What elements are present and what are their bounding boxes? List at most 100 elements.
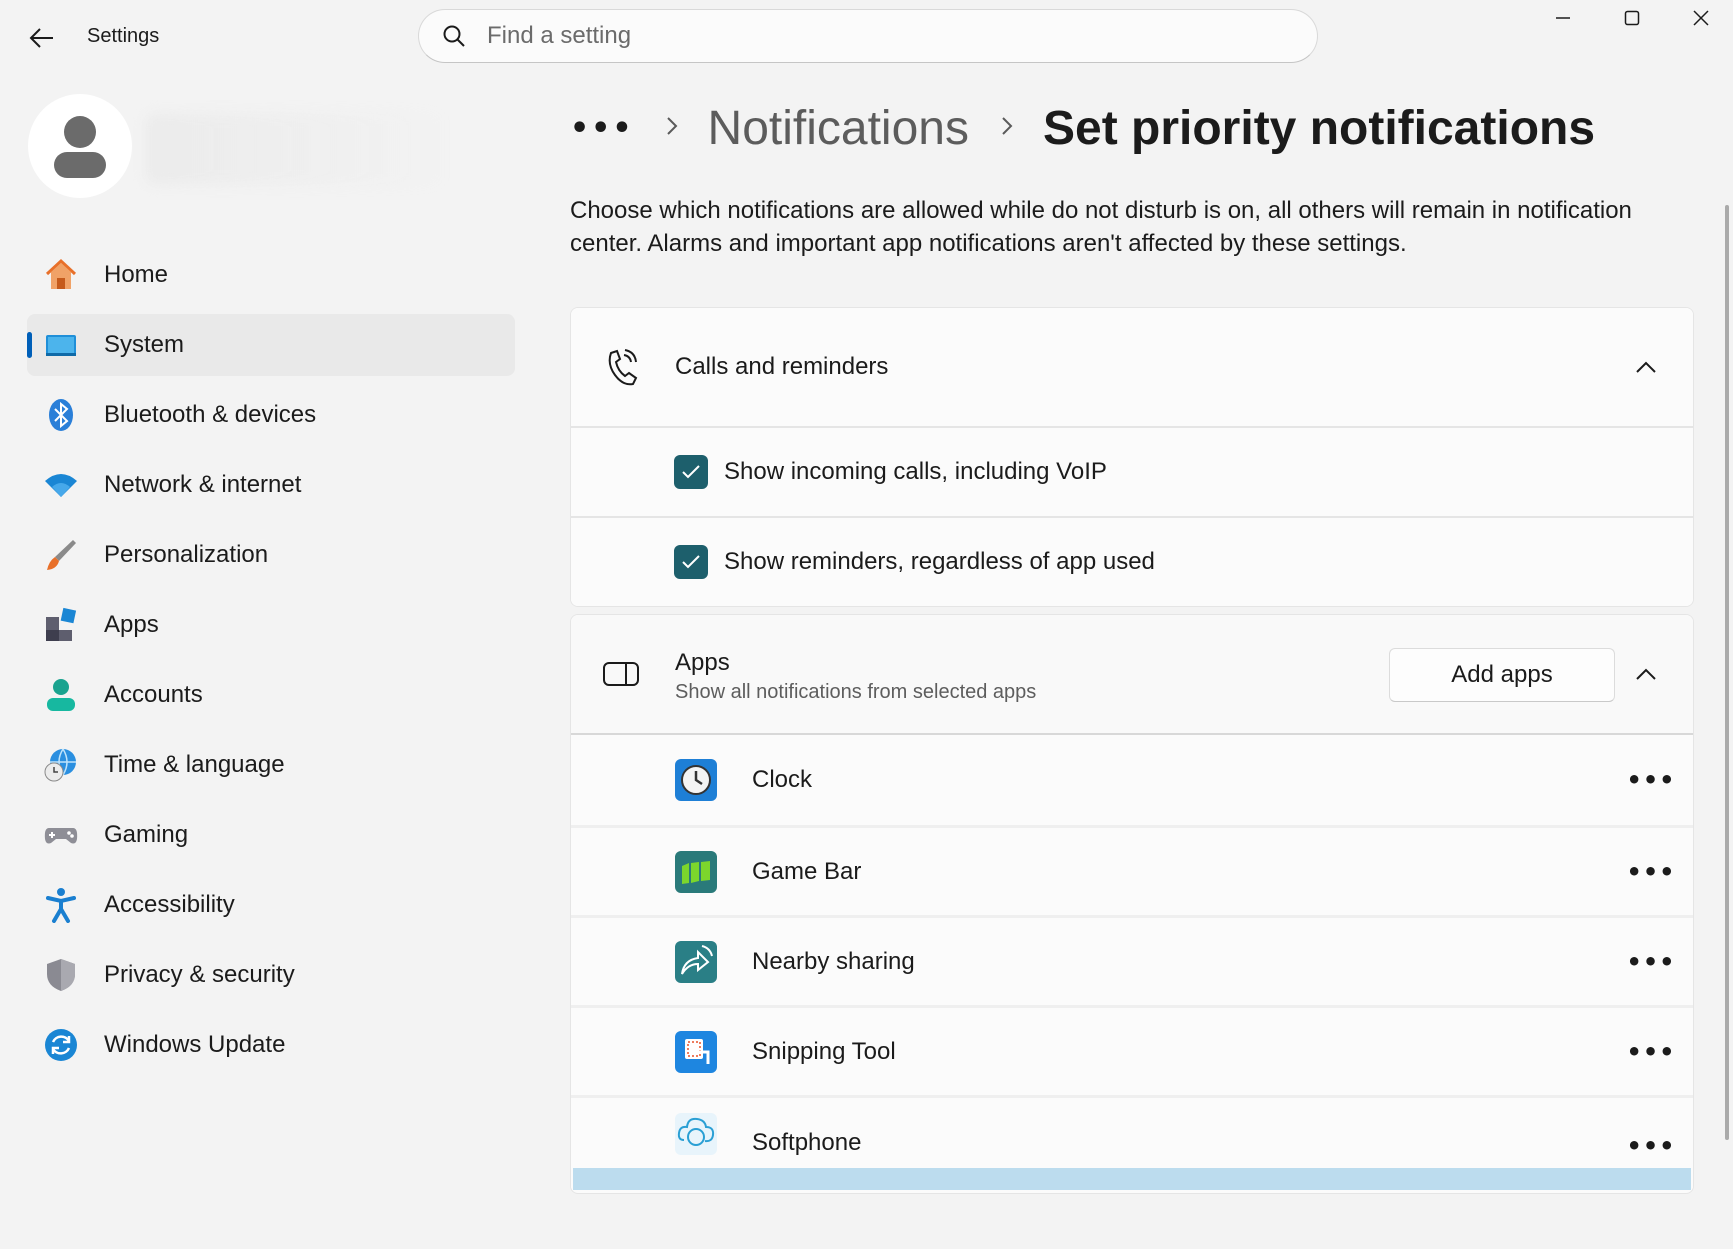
- sidebar-item-windows-update[interactable]: Windows Update: [27, 1014, 515, 1076]
- brush-icon: [43, 537, 79, 573]
- sidebar-item-apps[interactable]: Apps: [27, 594, 515, 656]
- gamepad-icon: [43, 817, 79, 853]
- sidebar-item-label: Accessibility: [104, 891, 235, 918]
- app-name: Clock: [752, 766, 813, 793]
- user-icon: [54, 116, 106, 178]
- clock-icon: [674, 758, 718, 802]
- game-bar-icon: [674, 850, 718, 894]
- minimize-button[interactable]: [1528, 0, 1597, 36]
- search-box[interactable]: [418, 9, 1318, 63]
- calls-reminders-header[interactable]: Calls and reminders: [571, 308, 1693, 426]
- sidebar-item-privacy[interactable]: Privacy & security: [27, 944, 515, 1006]
- back-button[interactable]: [22, 20, 62, 56]
- sidebar-item-accounts[interactable]: Accounts: [27, 664, 515, 726]
- update-icon: [43, 1027, 79, 1063]
- more-options-button[interactable]: •••: [1626, 1124, 1674, 1168]
- close-icon: [1692, 10, 1709, 26]
- apps-title: Apps: [675, 649, 730, 676]
- nearby-sharing-icon: [674, 940, 718, 984]
- sidebar-item-label: Accounts: [104, 681, 203, 708]
- calls-reminders-card: Calls and reminders Show incoming calls,…: [570, 307, 1694, 607]
- sidebar-item-label: Home: [104, 261, 169, 288]
- sidebar-item-label: Time & language: [104, 751, 285, 778]
- add-apps-button[interactable]: Add apps: [1389, 648, 1615, 702]
- row-highlight: [573, 1168, 1691, 1190]
- sidebar-item-accessibility[interactable]: Accessibility: [27, 874, 515, 936]
- apps-list: Clock ••• Game Bar ••• Nearby sharing ••…: [571, 735, 1693, 1190]
- apps-subtitle: Show all notifications from selected app…: [675, 681, 1037, 703]
- bluetooth-icon: [43, 397, 79, 433]
- calls-reminders-title: Calls and reminders: [675, 353, 889, 380]
- sidebar-item-label: Privacy & security: [104, 961, 295, 988]
- phone-ringing-icon: [601, 347, 641, 387]
- reminders-checkbox[interactable]: [674, 545, 708, 579]
- list-item: Game Bar •••: [571, 825, 1693, 915]
- incoming-calls-option[interactable]: Show incoming calls, including VoIP: [571, 428, 1693, 516]
- avatar[interactable]: [28, 94, 132, 198]
- app-name: Nearby sharing: [752, 947, 915, 975]
- app-title: Settings: [87, 25, 160, 47]
- sidebar-item-label: Apps: [104, 611, 159, 638]
- sidebar-item-gaming[interactable]: Gaming: [27, 804, 515, 866]
- more-options-button[interactable]: •••: [1626, 1030, 1674, 1074]
- more-options-button[interactable]: •••: [1626, 850, 1674, 894]
- incoming-calls-checkbox[interactable]: [674, 455, 708, 489]
- chevron-up-icon: [1636, 361, 1656, 373]
- page-title: Set priority notifications: [1042, 101, 1596, 155]
- system-icon: [43, 327, 79, 363]
- checkmark-icon: [682, 465, 700, 479]
- sidebar-item-bluetooth[interactable]: Bluetooth & devices: [27, 384, 515, 446]
- profile-name-redacted: [146, 114, 446, 184]
- minimize-icon: [1555, 17, 1570, 19]
- globe-clock-icon: [43, 747, 79, 783]
- sidebar-item-home[interactable]: Home: [27, 244, 515, 306]
- more-options-button[interactable]: •••: [1626, 940, 1674, 984]
- maximize-icon: [1624, 10, 1639, 26]
- sidebar-item-label: Network & internet: [104, 471, 302, 498]
- more-options-button[interactable]: •••: [1626, 758, 1674, 802]
- accounts-icon: [43, 677, 79, 713]
- list-item: Nearby sharing •••: [571, 915, 1693, 1005]
- apps-header[interactable]: Apps Show all notifications from selecte…: [571, 615, 1693, 733]
- snipping-tool-icon: [674, 1030, 718, 1074]
- sidebar-item-label: Personalization: [104, 541, 269, 568]
- list-item: Snipping Tool •••: [571, 1005, 1693, 1095]
- title-bar: Settings: [0, 0, 1733, 72]
- reminders-label: Show reminders, regardless of app used: [724, 548, 1155, 575]
- sidebar-item-label: Gaming: [104, 821, 189, 848]
- maximize-button[interactable]: [1597, 0, 1666, 36]
- search-input[interactable]: [487, 22, 1267, 50]
- checkmark-icon: [682, 555, 700, 569]
- chevron-right-icon: [664, 112, 680, 145]
- sidebar-item-system[interactable]: System: [27, 314, 515, 376]
- sidebar-item-personalization[interactable]: Personalization: [27, 524, 515, 586]
- wifi-icon: [43, 467, 79, 503]
- accessibility-icon: [43, 887, 79, 923]
- chevron-right-icon: [999, 112, 1015, 145]
- sidebar-item-network[interactable]: Network & internet: [27, 454, 515, 516]
- reminders-option[interactable]: Show reminders, regardless of app used: [571, 518, 1693, 606]
- sidebar-nav: Home System Bluetooth & devices Network …: [27, 244, 515, 1084]
- page-description: Choose which notifications are allowed w…: [570, 197, 1632, 257]
- vertical-scrollbar[interactable]: [1725, 205, 1729, 1140]
- sidebar-item-label: Bluetooth & devices: [104, 401, 317, 428]
- softphone-icon: [674, 1112, 718, 1156]
- arrow-left-icon: [29, 28, 53, 48]
- breadcrumb: ••• Notifications Set priority notificat…: [570, 88, 1595, 168]
- app-name: Snipping Tool: [752, 1037, 896, 1065]
- list-item: Softphone •••: [571, 1095, 1693, 1190]
- collapse-button[interactable]: [1629, 350, 1663, 384]
- apps-card: Apps Show all notifications from selecte…: [570, 614, 1694, 1194]
- apps-icon: [43, 607, 79, 643]
- sidebar-item-label: System: [104, 331, 185, 358]
- search-icon: [441, 23, 467, 49]
- close-button[interactable]: [1666, 0, 1733, 36]
- breadcrumb-notifications-link[interactable]: Notifications: [708, 101, 969, 156]
- chevron-up-icon: [1636, 668, 1656, 680]
- sidebar-item-time-language[interactable]: Time & language: [27, 734, 515, 796]
- app-name: Softphone: [752, 1129, 862, 1156]
- collapse-button[interactable]: [1629, 657, 1663, 691]
- list-item: Clock •••: [571, 735, 1693, 825]
- home-icon: [43, 257, 79, 293]
- breadcrumb-more-button[interactable]: •••: [570, 111, 634, 146]
